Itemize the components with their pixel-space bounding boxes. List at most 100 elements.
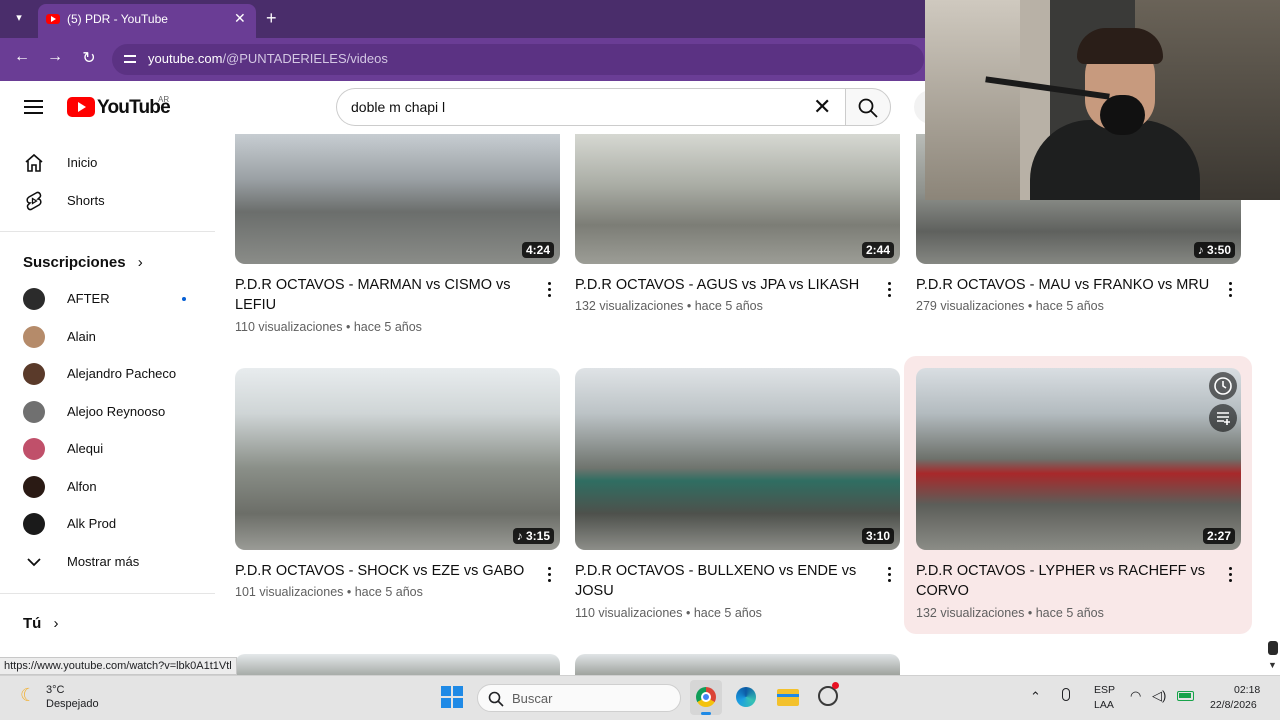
subscription-item[interactable]: Alfon	[0, 468, 215, 506]
back-arrow-icon[interactable]: ←	[12, 48, 32, 66]
youtube-logo-icon[interactable]	[67, 97, 95, 117]
site-info-icon[interactable]	[122, 51, 138, 67]
video-duration: ♪ 3:50	[1193, 242, 1235, 258]
sidebar-item-home[interactable]: Inicio	[0, 144, 215, 182]
video-duration: 2:27	[1202, 528, 1235, 544]
tab-close-icon[interactable]: ✕	[234, 10, 246, 27]
video-title[interactable]: P.D.R OCTAVOS - MARMAN vs CISMO vs LEFIU	[235, 275, 530, 315]
weather-temp[interactable]: 3°C	[46, 684, 64, 696]
video-menu-icon[interactable]	[888, 282, 892, 298]
subscription-item[interactable]: Alain	[0, 318, 215, 356]
video-thumbnail[interactable]: ♪ 3:15	[235, 368, 560, 550]
subscriptions-section-title[interactable]: Suscripciones ›	[23, 254, 143, 271]
video-thumbnail[interactable]	[235, 654, 560, 675]
video-card[interactable]: 3:10 P.D.R OCTAVOS - BULLXENO vs ENDE vs…	[575, 368, 901, 628]
video-thumbnail[interactable]	[575, 654, 900, 675]
subscription-name: Alfon	[67, 478, 97, 494]
reload-icon[interactable]: ↻	[79, 48, 99, 68]
subscription-name: Alain	[67, 328, 96, 344]
taskbar-time[interactable]: 02:18	[1234, 684, 1260, 696]
sidebar-item-shorts[interactable]: Shorts	[0, 182, 215, 220]
video-thumbnail[interactable]: 2:27	[916, 368, 1241, 550]
obs-icon[interactable]	[818, 682, 839, 706]
video-menu-icon[interactable]	[1229, 567, 1233, 583]
microphone-icon[interactable]	[1062, 688, 1070, 701]
windows-start-icon[interactable]	[441, 686, 463, 708]
address-bar[interactable]: youtube.com/@PUNTADERIELES/videos	[112, 44, 924, 75]
video-age: hace 5 años	[353, 320, 422, 334]
video-views: 101 visualizaciones	[235, 585, 344, 599]
subscription-item[interactable]: Alejandro Pacheco	[0, 355, 215, 393]
search-button[interactable]	[845, 88, 891, 126]
video-card[interactable]: ♪ 3:15 P.D.R OCTAVOS - SHOCK vs EZE vs G…	[235, 368, 561, 628]
tray-overflow-chevron-icon[interactable]: ⌃	[1030, 689, 1041, 705]
video-thumbnail[interactable]: 4:24	[235, 134, 560, 264]
video-age: hace 5 años	[694, 299, 763, 313]
subscription-item[interactable]: Alequi	[0, 430, 215, 468]
video-duration: ♪ 3:15	[512, 528, 554, 544]
taskbar-search-placeholder: Buscar	[512, 691, 553, 706]
edge-icon[interactable]	[736, 687, 756, 707]
video-card-hovered[interactable]: 2:27 P.D.R OCTAVOS - LYPHER vs RACHEFF v…	[904, 356, 1252, 634]
search-query-text[interactable]: doble m chapi l	[351, 99, 445, 115]
subscription-item[interactable]: Alk Prod	[0, 505, 215, 543]
video-title[interactable]: P.D.R OCTAVOS - LYPHER vs RACHEFF vs COR…	[916, 561, 1211, 601]
show-more-button[interactable]: Mostrar más	[0, 543, 215, 581]
sidebar-item-label: Shorts	[67, 193, 105, 208]
video-menu-icon[interactable]	[548, 567, 552, 583]
volume-icon[interactable]: ◁)	[1152, 688, 1166, 704]
search-icon	[858, 98, 878, 118]
new-tab-icon[interactable]: +	[266, 8, 277, 29]
taskbar-search-input[interactable]: Buscar	[477, 684, 681, 712]
you-section-title[interactable]: Tú ›	[23, 615, 59, 632]
avatar	[23, 363, 45, 385]
video-menu-icon[interactable]	[548, 282, 552, 298]
forward-arrow-icon[interactable]: →	[45, 48, 65, 66]
url-text[interactable]: youtube.com/@PUNTADERIELES/videos	[148, 51, 388, 66]
video-views: 279 visualizaciones	[916, 299, 1025, 313]
scroll-down-arrow-icon[interactable]: ▼	[1268, 660, 1277, 670]
subscription-name: Alk Prod	[67, 516, 117, 531]
video-menu-icon[interactable]	[1229, 282, 1233, 298]
url-path: /@PUNTADERIELES/videos	[222, 51, 388, 66]
video-meta: 279 visualizaciones • hace 5 años	[916, 299, 1104, 313]
tab-search-icon[interactable]: ▾	[10, 11, 28, 27]
video-title[interactable]: P.D.R OCTAVOS - AGUS vs JPA vs LIKASH	[575, 275, 870, 295]
scrollbar-thumb[interactable]	[1268, 641, 1278, 655]
video-age: hace 5 años	[693, 606, 762, 620]
avatar	[23, 438, 45, 460]
weather-status[interactable]: Despejado	[46, 698, 99, 710]
new-content-dot	[182, 297, 186, 301]
video-menu-icon[interactable]	[888, 567, 892, 583]
menu-hamburger-icon[interactable]	[24, 100, 43, 115]
show-more-label: Mostrar más	[67, 554, 140, 569]
video-title[interactable]: P.D.R OCTAVOS - BULLXENO vs ENDE vs JOSU	[575, 561, 870, 601]
watch-later-icon[interactable]	[1209, 372, 1237, 400]
video-card[interactable]: 2:44 P.D.R OCTAVOS - AGUS vs JPA vs LIKA…	[575, 134, 901, 394]
file-explorer-icon[interactable]	[777, 689, 799, 706]
add-to-queue-icon[interactable]	[1209, 404, 1237, 432]
language-line-1[interactable]: ESP	[1094, 684, 1115, 696]
chevron-right-icon: ›	[53, 615, 59, 632]
video-title[interactable]: P.D.R OCTAVOS - SHOCK vs EZE vs GABO	[235, 561, 530, 581]
browser-tab-active[interactable]: (5) PDR - YouTube ✕	[38, 4, 256, 38]
wifi-icon[interactable]: ◠	[1130, 688, 1141, 704]
weather-moon-icon[interactable]: ☾	[20, 685, 36, 706]
video-thumbnail[interactable]: 3:10	[575, 368, 900, 550]
clear-search-icon[interactable]: ✕	[813, 94, 831, 120]
subscription-item[interactable]: AFTER	[0, 280, 215, 318]
video-thumbnail[interactable]: 2:44	[575, 134, 900, 264]
search-input[interactable]: doble m chapi l ✕	[336, 88, 846, 126]
subscriptions-title-text: Suscripciones	[23, 254, 126, 271]
battery-icon[interactable]	[1177, 691, 1194, 701]
language-line-2[interactable]: LAA	[1094, 699, 1114, 711]
region-code: AR	[158, 95, 170, 104]
taskbar-date[interactable]: 22/8/2026	[1210, 699, 1257, 711]
link-status-bubble: https://www.youtube.com/watch?v=lbk0A1t1…	[0, 657, 237, 675]
video-title[interactable]: P.D.R OCTAVOS - MAU vs FRANKO vs MRU	[916, 275, 1211, 295]
chrome-taskbar-button[interactable]	[690, 680, 722, 715]
video-duration: 4:24	[521, 242, 554, 258]
video-card[interactable]: 4:24 P.D.R OCTAVOS - MARMAN vs CISMO vs …	[235, 134, 561, 394]
url-host: youtube.com	[148, 51, 223, 66]
subscription-item[interactable]: Alejoo Reynooso	[0, 393, 215, 431]
